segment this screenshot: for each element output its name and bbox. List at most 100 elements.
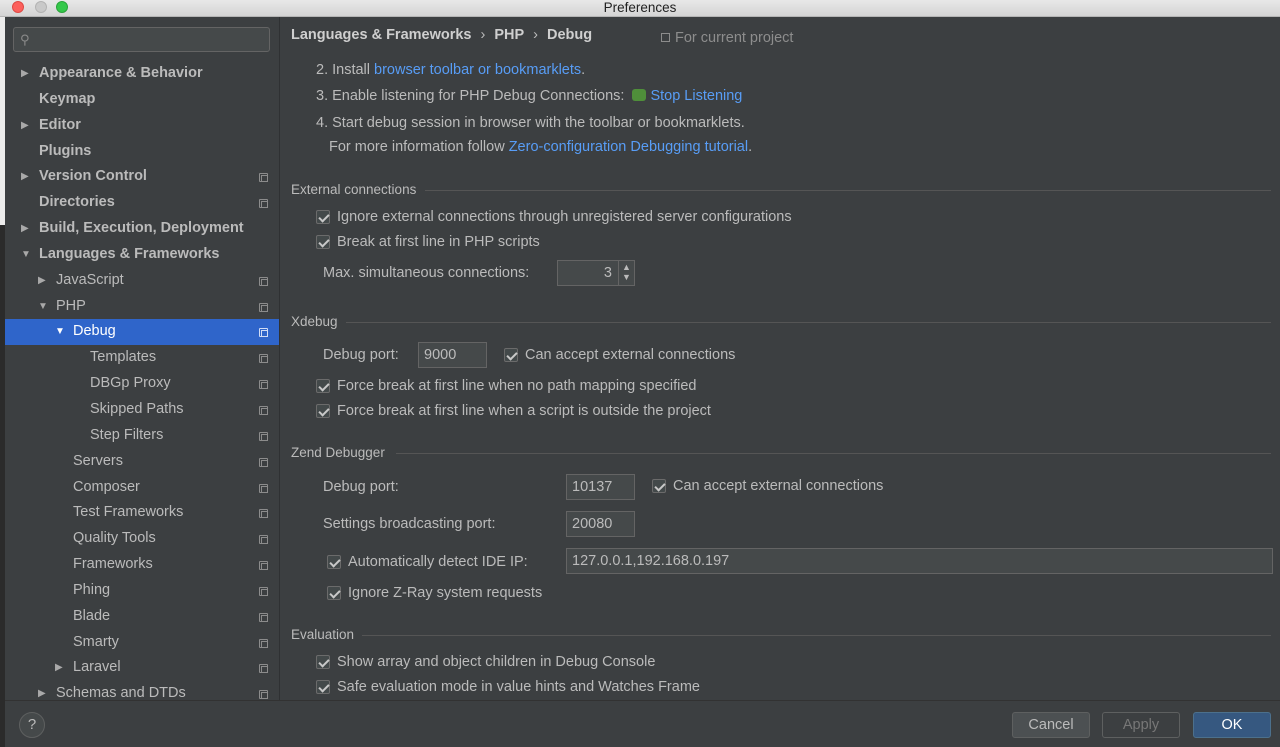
sidebar-item-version-control[interactable]: ▶ Version Control xyxy=(5,164,279,190)
project-scope-icon xyxy=(259,664,268,674)
expand-arrow-right-icon[interactable]: ▶ xyxy=(21,113,29,139)
apply-button[interactable]: Apply xyxy=(1102,712,1180,738)
checkbox-checked-icon xyxy=(316,655,330,669)
project-scope-icon xyxy=(259,354,268,364)
expand-arrow-right-icon[interactable]: ▶ xyxy=(55,655,63,681)
sidebar-item-build-execution-deployment[interactable]: ▶ Build, Execution, Deployment xyxy=(5,216,279,242)
help-button[interactable]: ? xyxy=(19,712,45,738)
sidebar-item-skipped-paths[interactable]: Skipped Paths xyxy=(5,397,279,423)
zend-accept-external-checkbox[interactable]: Can accept external connections xyxy=(652,477,952,495)
sidebar-item-phing[interactable]: Phing xyxy=(5,578,279,604)
cancel-button[interactable]: Cancel xyxy=(1012,712,1090,738)
ok-button[interactable]: OK xyxy=(1193,712,1271,738)
sidebar-item-frameworks[interactable]: Frameworks xyxy=(5,552,279,578)
sidebar-item-label: Directories xyxy=(39,194,115,211)
broadcasting-port-input[interactable]: 20080 xyxy=(566,511,635,537)
safe-evaluation-checkbox[interactable]: Safe evaluation mode in value hints and … xyxy=(316,678,816,696)
sidebar-item-step-filters[interactable]: Step Filters xyxy=(5,423,279,449)
sidebar-item-directories[interactable]: Directories xyxy=(5,190,279,216)
section-divider xyxy=(396,453,1271,454)
checkbox-checked-icon xyxy=(504,348,518,362)
sidebar-item-quality-tools[interactable]: Quality Tools xyxy=(5,526,279,552)
sidebar-item-label: Languages & Frameworks xyxy=(39,245,220,262)
force-break-outside-project-checkbox[interactable]: Force break at first line when a script … xyxy=(316,402,816,420)
show-array-children-checkbox[interactable]: Show array and object children in Debug … xyxy=(316,653,816,671)
breadcrumb-debug: Debug xyxy=(547,27,593,43)
expand-arrow-right-icon[interactable]: ▶ xyxy=(21,61,29,87)
instruction-step-2: 2. Install browser toolbar or bookmarkle… xyxy=(316,62,586,78)
window-title: Preferences xyxy=(603,0,677,15)
auto-detect-ide-ip-checkbox[interactable]: Automatically detect IDE IP: xyxy=(327,553,577,571)
section-divider xyxy=(425,190,1271,191)
sidebar-item-label: Plugins xyxy=(39,142,92,159)
expand-arrow-down-icon[interactable]: ▼ xyxy=(55,319,65,345)
checkbox-checked-icon xyxy=(652,479,666,493)
sidebar-item-appearance-behavior[interactable]: ▶ Appearance & Behavior xyxy=(5,61,279,87)
ignore-zray-checkbox[interactable]: Ignore Z-Ray system requests xyxy=(327,584,627,602)
sidebar-item-composer[interactable]: Composer xyxy=(5,475,279,501)
sidebar-item-label: Templates xyxy=(90,349,157,366)
force-break-no-mapping-checkbox[interactable]: Force break at first line when no path m… xyxy=(316,377,816,395)
project-scope-icon xyxy=(259,328,268,338)
sidebar-item-test-frameworks[interactable]: Test Frameworks xyxy=(5,500,279,526)
sidebar-item-php[interactable]: ▼ PHP xyxy=(5,294,279,320)
browser-toolbar-link[interactable]: browser toolbar or bookmarklets xyxy=(374,62,581,78)
project-scope-icon xyxy=(259,431,268,441)
project-scope-icon xyxy=(259,535,268,545)
sidebar-item-label: Editor xyxy=(39,116,81,133)
ide-ip-input[interactable]: 127.0.0.1,192.168.0.197 xyxy=(566,548,1273,574)
expand-arrow-right-icon[interactable]: ▶ xyxy=(21,164,29,190)
expand-arrow-down-icon[interactable]: ▼ xyxy=(21,242,31,268)
sidebar-item-javascript[interactable]: ▶ JavaScript xyxy=(5,268,279,294)
sidebar-item-laravel[interactable]: ▶ Laravel xyxy=(5,655,279,681)
sidebar-item-label: Quality Tools xyxy=(73,530,156,547)
sidebar-item-label: Build, Execution, Deployment xyxy=(39,220,244,237)
expand-arrow-right-icon[interactable]: ▶ xyxy=(38,268,46,294)
spinner-arrows-icon[interactable]: ▲ ▼ xyxy=(618,261,634,285)
sidebar-item-blade[interactable]: Blade xyxy=(5,604,279,630)
listening-bug-icon xyxy=(632,89,647,101)
sidebar-item-debug[interactable]: ▼ Debug xyxy=(5,319,279,346)
zend-port-input[interactable]: 10137 xyxy=(566,474,635,500)
project-scope-icon xyxy=(259,561,268,571)
expand-arrow-down-icon[interactable]: ▼ xyxy=(38,294,48,320)
project-scope-icon xyxy=(259,199,268,209)
sidebar-item-label: Phing xyxy=(73,581,111,598)
sidebar-item-languages-frameworks[interactable]: ▼ Languages & Frameworks xyxy=(5,242,279,268)
zero-config-tutorial-link[interactable]: Zero-configuration Debugging tutorial xyxy=(509,139,748,155)
stop-listening-link[interactable]: Stop Listening xyxy=(650,88,742,104)
dialog-button-bar: ? Cancel Apply OK xyxy=(5,700,1280,747)
sidebar-item-label: Blade xyxy=(73,607,111,624)
sidebar-item-templates[interactable]: Templates xyxy=(5,345,279,371)
xdebug-accept-external-checkbox[interactable]: Can accept external connections xyxy=(504,346,804,364)
breadcrumb-languages: Languages & Frameworks xyxy=(291,27,472,43)
expand-arrow-right-icon[interactable]: ▶ xyxy=(21,216,29,242)
settings-search-input[interactable]: ⚲ xyxy=(13,27,270,52)
break-first-line-checkbox[interactable]: Break at first line in PHP scripts xyxy=(316,233,716,251)
sidebar-item-label: Step Filters xyxy=(90,426,164,443)
sidebar-item-plugins[interactable]: Plugins xyxy=(5,139,279,165)
settings-sidebar: ⚲ ▶ Appearance & Behavior Keymap ▶ Editor Plu… xyxy=(5,17,279,700)
sidebar-item-label: Debug xyxy=(73,323,116,340)
project-scope-icon xyxy=(259,457,268,467)
checkbox-checked-icon xyxy=(316,210,330,224)
title-bar: Preferences xyxy=(0,0,1280,17)
sidebar-item-keymap[interactable]: Keymap xyxy=(5,87,279,113)
max-connections-spinner[interactable]: 3 ▲ ▼ xyxy=(557,260,635,286)
xdebug-port-input[interactable]: 9000 xyxy=(418,342,487,368)
checkbox-checked-icon xyxy=(316,404,330,418)
sidebar-item-editor[interactable]: ▶ Editor xyxy=(5,113,279,139)
zend-debugger-section-title: Zend Debugger xyxy=(291,445,385,460)
sidebar-item-smarty[interactable]: Smarty xyxy=(5,630,279,656)
sidebar-item-servers[interactable]: Servers xyxy=(5,449,279,475)
sidebar-item-label: JavaScript xyxy=(56,271,124,288)
project-scope-icon xyxy=(259,690,268,700)
broadcasting-port-label: Settings broadcasting port: xyxy=(323,516,496,532)
expand-arrow-right-icon[interactable]: ▶ xyxy=(38,681,46,700)
ignore-external-connections-checkbox[interactable]: Ignore external connections through unre… xyxy=(316,208,916,226)
sidebar-item-dbgp-proxy[interactable]: DBGp Proxy xyxy=(5,371,279,397)
sidebar-item-label: Skipped Paths xyxy=(90,400,184,417)
instruction-step-4: 4. Start debug session in browser with t… xyxy=(316,115,745,131)
project-scope-icon xyxy=(259,302,268,312)
sidebar-item-schemas-and-dtds[interactable]: ▶ Schemas and DTDs xyxy=(5,681,279,700)
